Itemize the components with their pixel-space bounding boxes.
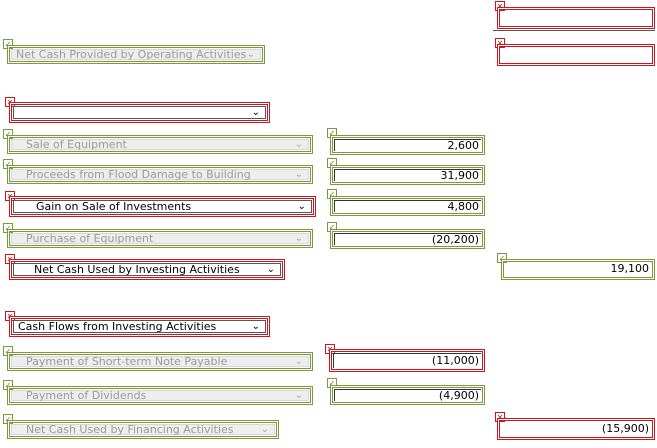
amount-value: (20,200) (334, 233, 481, 245)
select-label: Gain on Sale of Investments (36, 200, 192, 213)
select-label: Payment of Dividends (26, 389, 147, 402)
chevron-down-icon: ⌄ (294, 355, 303, 367)
investing-total-amount-input[interactable]: 19,100 (501, 259, 655, 280)
cash-total-field-1[interactable] (497, 7, 655, 29)
chevron-down-icon: ⌄ (294, 138, 303, 150)
financing-amount-input[interactable]: (11,000) (329, 349, 485, 372)
select-label: Purchase of Equipment (26, 232, 154, 245)
chevron-down-icon: ⌄ (294, 168, 303, 180)
underline (493, 30, 655, 31)
amount-value: 31,900 (334, 169, 481, 181)
amount-value: (4,900) (334, 389, 481, 401)
investing-heading-select[interactable]: ⌄ (9, 102, 270, 123)
operating-total-select[interactable]: Net Cash Provided by Operating Activitie… (7, 45, 265, 64)
select-label: Net Cash Used by Financing Activities (26, 423, 234, 436)
select-label: Net Cash Used by Investing Activities (34, 263, 240, 276)
select-label: Cash Flows from Investing Activities (18, 320, 217, 333)
amount-value: 19,100 (505, 263, 651, 276)
chevron-down-icon: ⌄ (297, 200, 306, 212)
investing-amount-input[interactable]: 2,600 (330, 135, 485, 155)
financing-amount-input[interactable]: (4,900) (330, 385, 485, 405)
select-label: Payment of Short-term Note Payable (26, 355, 228, 368)
financing-heading-select[interactable]: Cash Flows from Investing Activities ⌄ (9, 316, 270, 337)
chevron-down-icon: ⌄ (260, 423, 269, 435)
investing-amount-input[interactable]: (20,200) (330, 229, 485, 249)
select-label: Proceeds from Flood Damage to Building (26, 168, 251, 181)
financing-total-amount-input[interactable]: (15,900) (497, 418, 655, 440)
amount-value: (15,900) (501, 422, 651, 436)
investing-item-select[interactable]: Gain on Sale of Investments ⌄ (9, 196, 316, 217)
select-label: Sale of Equipment (26, 138, 127, 151)
financing-item-select[interactable]: Payment of Short-term Note Payable ⌄ (7, 352, 313, 371)
chevron-down-icon: ⌄ (266, 263, 275, 275)
chevron-down-icon: ⌄ (251, 320, 260, 332)
chevron-down-icon: ⌄ (246, 48, 255, 60)
investing-amount-input[interactable]: 31,900 (330, 165, 485, 185)
select-label: Net Cash Provided by Operating Activitie… (16, 48, 247, 61)
investing-item-select[interactable]: Purchase of Equipment ⌄ (7, 229, 313, 248)
chevron-down-icon: ⌄ (294, 389, 303, 401)
amount-value: (11,000) (333, 353, 481, 368)
financing-total-select[interactable]: Net Cash Used by Financing Activities ⌄ (7, 420, 279, 439)
investing-item-select[interactable]: Proceeds from Flood Damage to Building ⌄ (7, 165, 313, 184)
investing-total-select[interactable]: Net Cash Used by Investing Activities ⌄ (9, 259, 285, 280)
chevron-down-icon: ⌄ (251, 106, 260, 118)
cash-total-field-2[interactable] (497, 44, 655, 66)
investing-item-select[interactable]: Sale of Equipment ⌄ (7, 135, 313, 154)
amount-value: 4,800 (334, 200, 481, 212)
investing-amount-input[interactable]: 4,800 (330, 196, 485, 216)
amount-value: 2,600 (334, 139, 481, 151)
chevron-down-icon: ⌄ (294, 232, 303, 244)
financing-item-select[interactable]: Payment of Dividends ⌄ (7, 386, 313, 405)
